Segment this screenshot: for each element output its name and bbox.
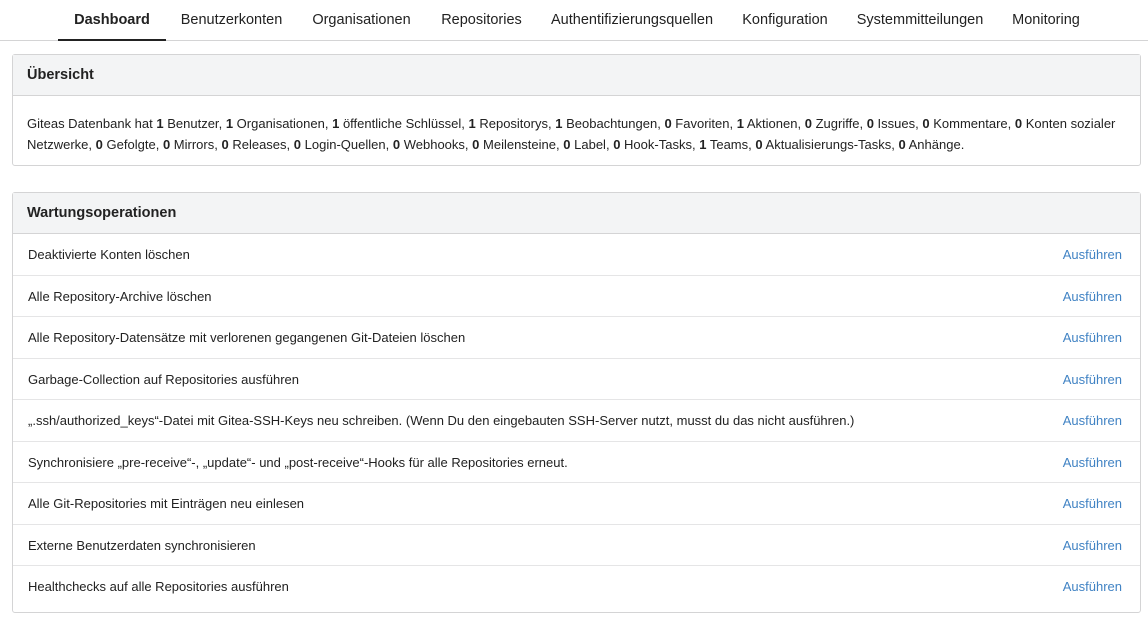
operation-row: Externe Benutzerdaten synchronisieren Aus…	[13, 525, 1140, 566]
overview-stats-text: Giteas Datenbank hat 1 Benutzer, 1 Organ…	[27, 116, 1116, 152]
operation-label: Alle Git-Repositories mit Einträgen neu …	[28, 496, 305, 511]
stat-count: 1	[555, 116, 563, 131]
stat-label: Login-Quellen	[304, 136, 386, 152]
operation-row: Alle Repository-Archive löschen Ausführen	[13, 276, 1140, 317]
admin-nav-tabs: Dashboard Benutzerkonten Organisationen …	[0, 0, 1148, 41]
stat-count: 0	[293, 136, 302, 152]
maintenance-title: Wartungsoperationen	[13, 193, 1140, 234]
maintenance-operations-list: Deaktivierte Konten löschen Ausführen Alle…	[13, 234, 1140, 608]
run-operation-button[interactable]: Ausführen	[1063, 566, 1122, 607]
stat-label: Beobachtungen	[566, 116, 658, 131]
stat-count: 1	[736, 116, 744, 131]
stat-count: 1	[332, 116, 340, 131]
stats-prefix: Giteas Datenbank hat	[27, 116, 153, 131]
operation-label: Alle Repository-Archive löschen	[28, 288, 212, 304]
operation-label: Healthchecks auf alle Repositories ausfü…	[28, 579, 289, 594]
operation-row: Alle Repository-Datensätze mit verlorene…	[13, 317, 1140, 359]
operation-row: „.ssh/authorized_keys“-Datei mit Gitea-S…	[13, 400, 1140, 442]
stat-count: 0	[1014, 116, 1023, 131]
run-operation-button[interactable]: Ausführen	[1063, 400, 1122, 441]
operation-label: Deaktivierte Konten löschen	[28, 247, 190, 262]
stat-count: 1	[225, 116, 234, 131]
tab-auth-sources[interactable]: Authentifizierungsquellen	[537, 0, 727, 41]
tab-user-accounts[interactable]: Benutzerkonten	[166, 0, 297, 41]
stat-label: Releases	[232, 136, 287, 152]
stat-count: 1	[156, 116, 164, 131]
stat-count: 0	[804, 116, 812, 131]
tab-dashboard[interactable]: Dashboard	[58, 0, 166, 41]
stat-label: Kommentare	[933, 116, 1008, 131]
stat-count: 0	[922, 116, 930, 131]
stat-count: 0	[392, 136, 401, 152]
run-operation-button[interactable]: Ausführen	[1063, 525, 1122, 566]
stat-label: Label	[574, 136, 606, 152]
tab-repositories[interactable]: Repositories	[426, 0, 537, 41]
stat-count: 0	[613, 136, 621, 152]
operation-row: Deaktivierte Konten löschen Ausführen	[13, 234, 1140, 276]
tab-organizations[interactable]: Organisationen	[297, 0, 426, 41]
stat-label: Organisationen	[236, 116, 325, 131]
operation-row: Synchronisiere „pre-receive“-, „update“-…	[13, 442, 1140, 483]
stat-count: 0	[162, 136, 171, 152]
stat-label: öffentliche Schlüssel	[342, 116, 462, 131]
operation-label: Synchronisiere „pre-receive“-, „update“-…	[28, 454, 568, 470]
maintenance-panel: Wartungsoperationen Deaktivierte Konten …	[12, 192, 1141, 613]
stat-label: Issues	[877, 116, 916, 131]
run-operation-button[interactable]: Ausführen	[1063, 442, 1122, 483]
stat-label: Teams	[709, 136, 749, 152]
tab-system-notices[interactable]: Systemmitteilungen	[843, 0, 997, 41]
stat-label: Zugriffe	[815, 116, 860, 131]
stat-count: 0	[664, 116, 672, 131]
stat-count: 0	[221, 136, 229, 152]
stat-count: 0	[866, 116, 874, 131]
run-operation-button[interactable]: Ausführen	[1063, 276, 1122, 317]
run-operation-button[interactable]: Ausführen	[1063, 483, 1122, 524]
stat-label: Gefolgte	[106, 136, 156, 152]
stat-label: Favoriten	[675, 116, 730, 131]
stat-label: Anhänge	[908, 136, 961, 152]
operation-label: Garbage-Collection auf Repositories ausf…	[28, 371, 299, 387]
overview-panel: Übersicht Giteas Datenbank hat 1 Benutze…	[12, 54, 1141, 166]
operation-row: Garbage-Collection auf Repositories ausf…	[13, 359, 1140, 400]
tab-monitoring[interactable]: Monitoring	[997, 0, 1095, 41]
stat-count: 0	[472, 136, 480, 152]
stat-count: 0	[563, 136, 571, 152]
stat-count: 0	[898, 136, 906, 152]
stat-count: 1	[699, 136, 707, 152]
stat-count: 0	[95, 136, 103, 152]
stat-label: Mirrors	[173, 136, 215, 152]
operation-label: Alle Repository-Datensätze mit verlorene…	[28, 330, 466, 345]
run-operation-button[interactable]: Ausführen	[1063, 234, 1122, 275]
stat-label: Benutzer	[167, 116, 219, 131]
operation-label: Externe Benutzerdaten synchronisieren	[28, 537, 256, 553]
stat-label: Aktualisierungs-Tasks	[765, 136, 892, 152]
stat-label: Meilensteine	[483, 136, 557, 152]
stat-label: Repositorys	[479, 116, 548, 131]
stat-label: Hook-Tasks	[624, 136, 692, 152]
overview-title: Übersicht	[13, 55, 1140, 96]
operation-label: „.ssh/authorized_keys“-Datei mit Gitea-S…	[28, 413, 855, 428]
stat-count: 0	[755, 136, 763, 152]
stat-label: Webhooks	[403, 136, 465, 152]
stat-count: 1	[468, 116, 476, 131]
operation-row: Healthchecks auf alle Repositories ausfü…	[13, 566, 1140, 608]
run-operation-button[interactable]: Ausführen	[1063, 317, 1122, 358]
run-operation-button[interactable]: Ausführen	[1063, 359, 1122, 400]
tab-configuration[interactable]: Konfiguration	[727, 0, 843, 41]
operation-row: Alle Git-Repositories mit Einträgen neu …	[13, 483, 1140, 525]
stat-label: Aktionen	[746, 116, 798, 131]
